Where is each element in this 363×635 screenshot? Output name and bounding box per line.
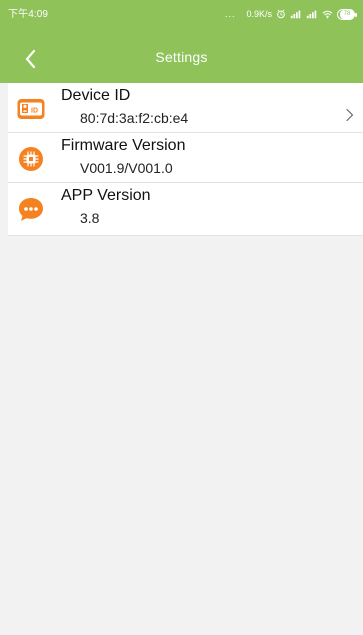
device-id-label: Device ID	[61, 87, 131, 104]
battery-level: 78	[340, 9, 354, 19]
app-header: Settings	[0, 34, 363, 83]
app-version-label: APP Version	[61, 187, 151, 204]
chat-bubble-icon	[19, 198, 43, 221]
app-version-row: APP Version 3.8	[8, 183, 363, 236]
alarm-icon	[277, 9, 285, 19]
settings-screen: 下午4:09 ... 0.9K/s 78 Settings ID Device …	[0, 0, 363, 635]
status-dots: ...	[224, 9, 236, 19]
wifi-icon	[322, 10, 333, 19]
device-id-row[interactable]: ID Device ID 80:7d:3a:f2:cb:e4	[8, 83, 363, 133]
cellular-signal-icon	[290, 10, 301, 19]
cellular-signal-icon	[306, 10, 317, 19]
chip-icon	[19, 147, 43, 171]
firmware-version-label: Firmware Version	[61, 137, 186, 154]
settings-list: ID Device ID 80:7d:3a:f2:cb:e4 Firmware …	[8, 83, 363, 236]
device-id-value: 80:7d:3a:f2:cb:e4	[80, 110, 189, 126]
app-version-value: 3.8	[80, 210, 100, 226]
svg-text:ID: ID	[31, 108, 38, 115]
firmware-version-row: Firmware Version V001.9/V001.0	[8, 133, 363, 183]
battery-icon: 78	[337, 8, 357, 20]
status-indicators: ... 0.9K/s 78	[224, 8, 357, 20]
network-speed: 0.9K/s	[246, 9, 272, 19]
firmware-version-value: V001.9/V001.0	[80, 160, 173, 176]
status-time: 下午4:09	[8, 9, 49, 20]
chevron-right-icon	[346, 108, 354, 122]
id-card-icon: ID	[17, 99, 45, 119]
page-title: Settings	[155, 49, 208, 65]
status-bar: 下午4:09 ... 0.9K/s 78	[0, 0, 363, 34]
